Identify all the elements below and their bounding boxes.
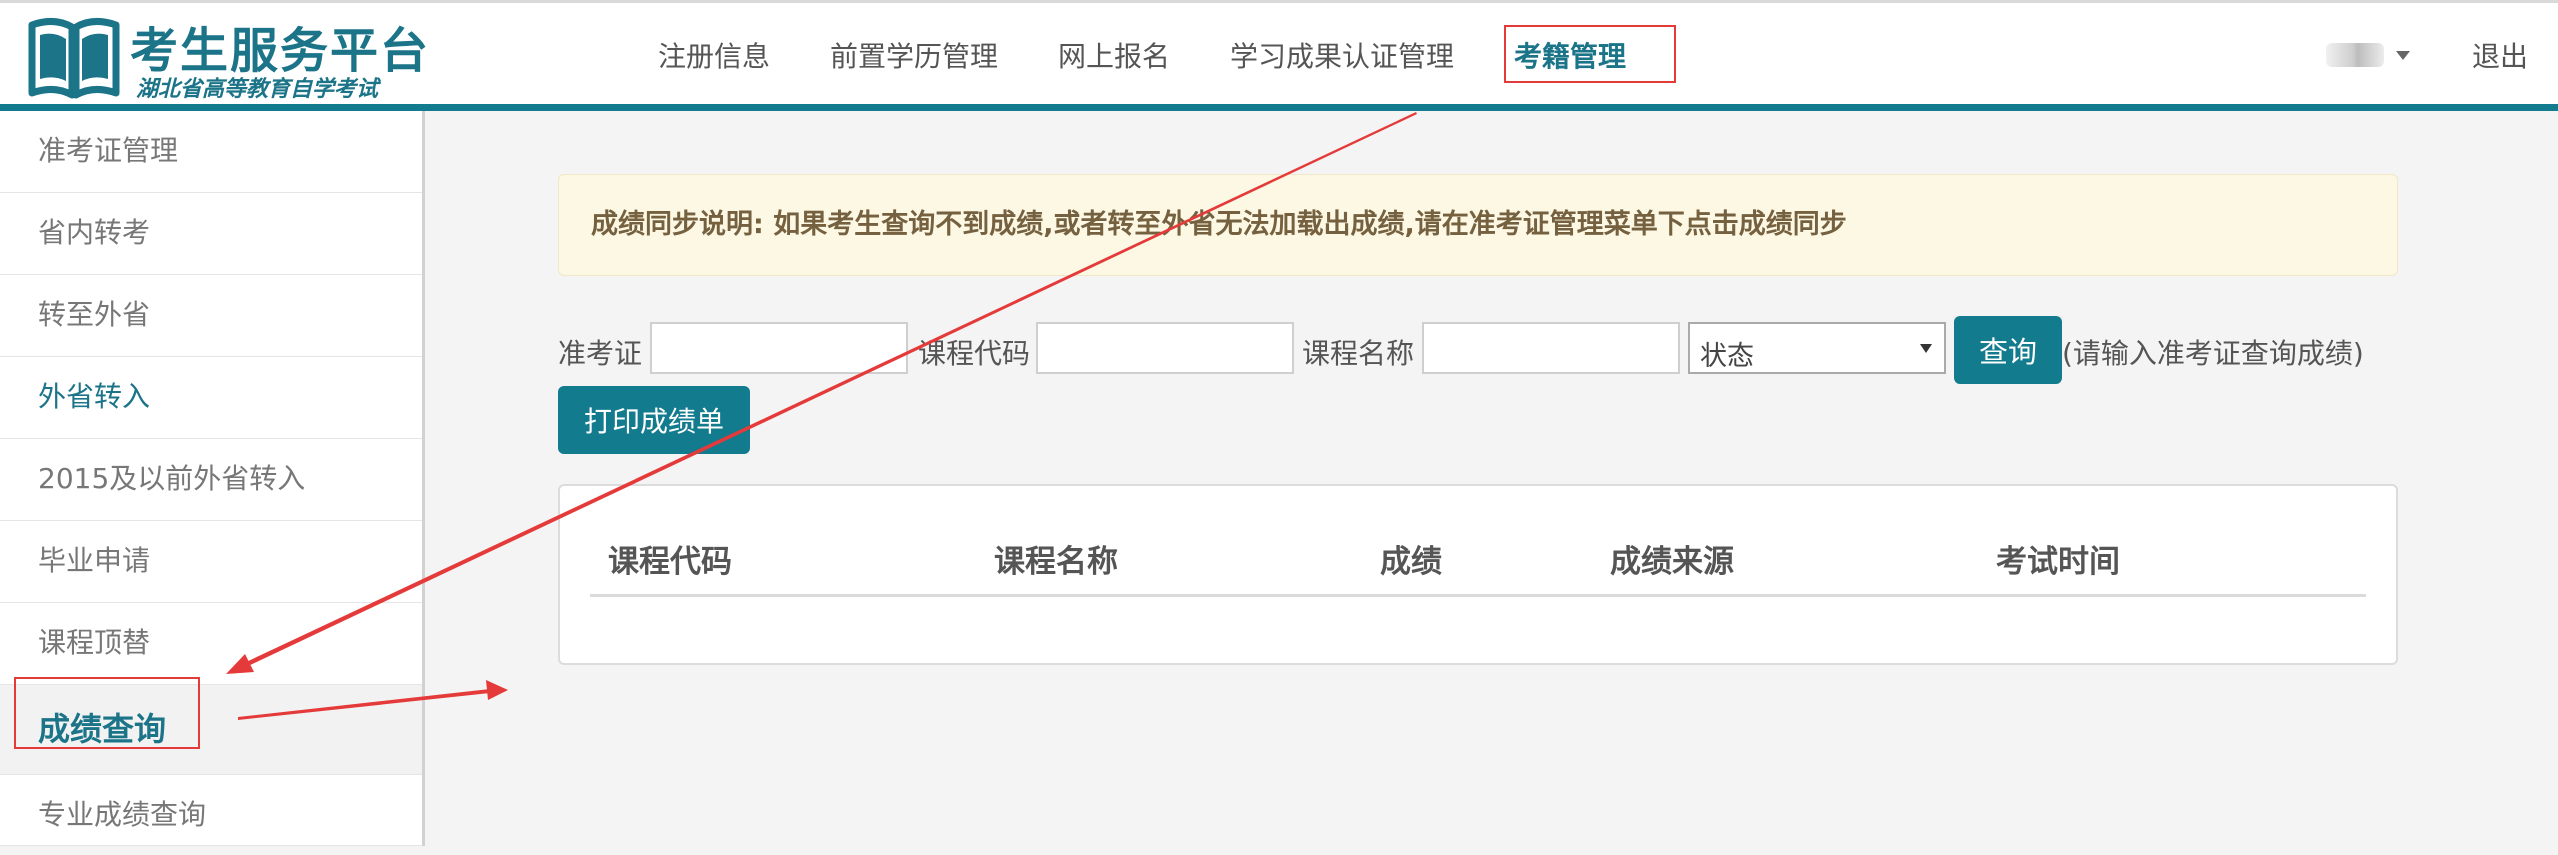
sidebar-item-in-province-transfer[interactable]: 省内转考 — [0, 193, 422, 275]
annotation-box-sidebar — [14, 677, 200, 749]
course-code-input[interactable] — [1036, 322, 1294, 374]
sidebar-item-transfer-out[interactable]: 转至外省 — [0, 275, 422, 357]
chevron-down-icon[interactable] — [2396, 51, 2410, 60]
annotation-box-nav — [1504, 25, 1676, 83]
nav-item-registration-info[interactable]: 注册信息 — [658, 35, 770, 75]
logout-link[interactable]: 退出 — [2472, 35, 2528, 75]
column-header-score-source: 成绩来源 — [1610, 544, 1734, 580]
course-name-label: 课程名称 — [1302, 337, 1415, 370]
user-avatar[interactable] — [2326, 43, 2384, 67]
query-hint: (请输入准考证查询成绩) — [2062, 337, 2364, 370]
sync-notice: 成绩同步说明: 如果考生查询不到成绩,或者转至外省无法加载出成绩,请在准考证管理… — [558, 174, 2398, 276]
app-subtitle: 湖北省高等教育自学考试 — [136, 77, 379, 102]
caret-down-icon — [1920, 344, 1932, 353]
admission-input[interactable] — [650, 322, 908, 374]
query-button[interactable]: 查询 — [1954, 316, 2062, 384]
open-book-icon — [28, 18, 120, 99]
status-select[interactable]: 状态 — [1688, 322, 1946, 374]
nav-item-online-registration[interactable]: 网上报名 — [1058, 35, 1170, 75]
column-header-course-name: 课程名称 — [994, 544, 1118, 580]
nav-item-prior-education[interactable]: 前置学历管理 — [830, 35, 998, 75]
sidebar-item-admission-ticket[interactable]: 准考证管理 — [0, 111, 422, 193]
sidebar-item-graduation[interactable]: 毕业申请 — [0, 521, 422, 603]
score-table: 课程代码 课程名称 成绩 成绩来源 考试时间 — [558, 484, 2398, 665]
nav-item-learning-achievement[interactable]: 学习成果认证管理 — [1230, 35, 1454, 75]
course-name-input[interactable] — [1422, 322, 1680, 374]
table-header-divider — [590, 594, 2366, 597]
column-header-course-code: 课程代码 — [608, 544, 732, 580]
sidebar-item-course-substitution[interactable]: 课程顶替 — [0, 603, 422, 685]
course-code-label: 课程代码 — [918, 337, 1031, 370]
logo[interactable]: 考生服务平台 湖北省高等教育自学考试 — [26, 11, 428, 102]
sidebar-item-major-score-query[interactable]: 专业成绩查询 — [0, 775, 422, 846]
column-header-score: 成绩 — [1380, 544, 1442, 580]
print-transcript-button[interactable]: 打印成绩单 — [558, 386, 750, 454]
sidebar-item-transfer-in[interactable]: 外省转入 — [0, 357, 422, 439]
status-select-value: 状态 — [1700, 341, 1754, 372]
top-header: 考生服务平台 湖北省高等教育自学考试 注册信息 前置学历管理 网上报名 学习成果… — [0, 0, 2558, 104]
sidebar-item-transfer-in-2015[interactable]: 2015及以前外省转入 — [0, 439, 422, 521]
column-header-exam-time: 考试时间 — [1996, 544, 2120, 580]
arrowhead-icon — [486, 680, 508, 700]
admission-label: 准考证 — [558, 337, 643, 370]
header-accent-bar — [0, 104, 2558, 111]
